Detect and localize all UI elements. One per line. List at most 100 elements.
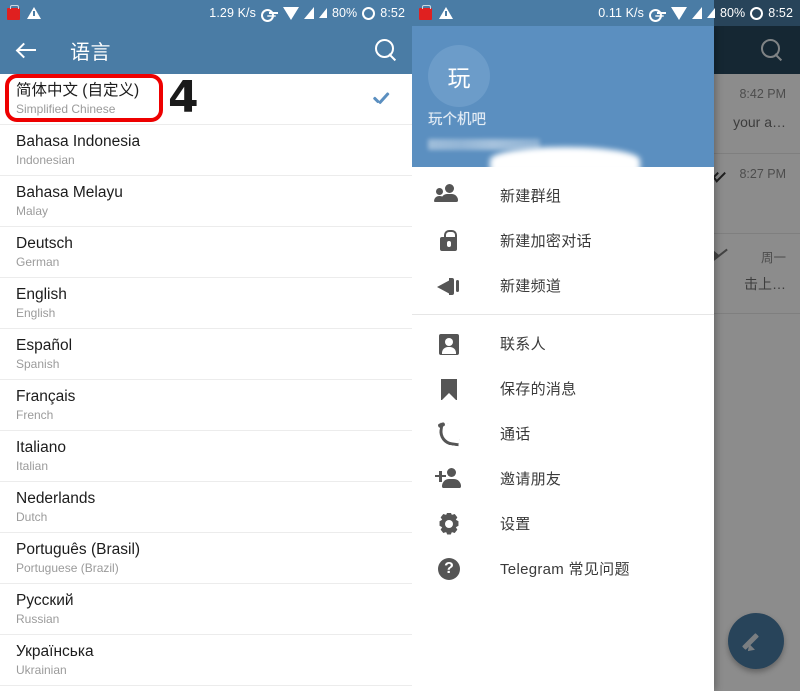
warning-icon [27,7,41,19]
drawer-item-label: 邀请朋友 [500,471,562,488]
drawer-item-label: 联系人 [500,336,546,353]
drawer-item-label: 新建群组 [500,188,562,205]
avatar-initial: 玩 [447,65,471,91]
right-phone-panel: 0.11 K/s 80% 8:52 8:42 PM your a… 8:27 P… [412,0,800,691]
drawer-item-label: 保存的消息 [500,381,577,398]
drawer-item-label: 新建频道 [500,278,562,295]
status-bar-notification-icons [7,5,41,20]
back-arrow-icon[interactable] [14,37,40,63]
gear-icon [436,511,462,537]
list-item[interactable]: Italiano Italian [0,431,412,482]
list-item[interactable]: Русский Russian [0,584,412,635]
help-icon [436,556,462,582]
status-bar-notification-icons [419,5,453,20]
decorative-cloud-shape [490,147,640,173]
vpn-key-icon [260,8,278,22]
language-english-name: Spanish [16,357,60,372]
screenshot-root: 1.29 K/s 80% 8:52 语言 简体中文 (自定义) Simplifi… [0,0,800,691]
drawer-item-new-channel[interactable]: 新建频道 [412,263,714,308]
bookmark-icon [436,376,462,402]
language-native-name: Українська [16,642,94,660]
group-icon [434,183,462,209]
language-english-name: Simplified Chinese [16,102,116,117]
red-box-icon [419,5,432,20]
list-item[interactable]: Español Spanish [0,329,412,380]
right-status-bar: 0.11 K/s 80% 8:52 [412,0,800,26]
language-native-name: Português (Brasil) [16,540,141,558]
list-item[interactable]: English English [0,278,412,329]
list-item[interactable]: Français French [0,380,412,431]
language-list: 简体中文 (自定义) Simplified Chinese Bahasa Ind… [0,74,412,686]
check-icon [374,93,394,105]
battery-icon [750,6,764,20]
drawer-user-name: 玩个机吧 [428,112,486,128]
drawer-item-label: 通话 [500,426,531,443]
list-item[interactable]: Deutsch German [0,227,412,278]
language-native-name: Bahasa Indonesia [16,132,141,150]
language-english-name: Russian [16,612,60,627]
language-english-name: Ukrainian [16,663,67,678]
contact-icon [436,331,462,357]
drawer-item-label: 设置 [500,516,531,533]
language-native-name: Nederlands [16,489,96,507]
lock-icon [436,228,462,254]
language-english-name: Malay [16,204,49,219]
list-item[interactable]: 简体中文 (自定义) Simplified Chinese [0,74,412,125]
red-box-icon [7,5,20,20]
drawer-item-new-group[interactable]: 新建群组 [412,173,714,218]
list-item[interactable]: Português (Brasil) Portuguese (Brazil) [0,533,412,584]
language-english-name: Indonesian [16,153,75,168]
warning-icon [439,7,453,19]
language-english-name: German [16,255,60,270]
language-english-name: Italian [16,459,49,474]
status-bar-system-icons: 0.11 K/s 80% 8:52 [598,6,793,22]
search-icon[interactable] [374,38,398,62]
signal-icon [303,7,314,19]
network-speed-label: 0.11 K/s [598,6,644,20]
list-item[interactable]: Українська Ukrainian [0,635,412,686]
battery-percent-label: 80% [719,6,746,20]
language-native-name: Español [16,336,73,354]
list-item[interactable]: Bahasa Melayu Malay [0,176,412,227]
left-status-bar: 1.29 K/s 80% 8:52 [0,0,412,26]
list-item[interactable]: Bahasa Indonesia Indonesian [0,125,412,176]
megaphone-icon [436,273,462,299]
navigation-drawer: 玩 玩个机吧 新建群组 新建加密对话 新建频道 联系人 保存的消息 通话 邀请朋… [412,26,714,691]
wifi-icon [282,6,299,20]
drawer-item-new-secret-chat[interactable]: 新建加密对话 [412,218,714,263]
drawer-item-contacts[interactable]: 联系人 [412,321,714,366]
wifi-icon [670,6,687,20]
drawer-item-settings[interactable]: 设置 [412,501,714,546]
drawer-header[interactable]: 玩 玩个机吧 [412,26,714,173]
clock-label: 8:52 [380,6,405,20]
signal-icon [318,8,327,18]
vpn-key-icon [648,8,666,22]
language-native-name: Italiano [16,438,66,456]
drawer-item-label: Telegram 常见问题 [500,561,630,578]
language-native-name: English [16,285,67,303]
add-person-icon [435,466,462,492]
battery-percent-label: 80% [331,6,358,20]
language-english-name: French [16,408,54,423]
signal-icon [706,8,715,18]
status-bar-system-icons: 1.29 K/s 80% 8:52 [209,6,405,22]
signal-icon [691,7,702,19]
language-native-name: Français [16,387,76,405]
drawer-section-create: 新建群组 新建加密对话 新建频道 [412,167,714,314]
page-title: 语言 [70,41,111,64]
drawer-item-saved-messages[interactable]: 保存的消息 [412,366,714,411]
drawer-section-main: 联系人 保存的消息 通话 邀请朋友 设置 ? Telegram 常见问题 [412,314,714,597]
drawer-item-calls[interactable]: 通话 [412,411,714,456]
language-native-name: Bahasa Melayu [16,183,123,201]
language-english-name: Dutch [16,510,48,525]
language-native-name: Deutsch [16,234,73,252]
list-item[interactable]: Nederlands Dutch [0,482,412,533]
drawer-item-invite-friends[interactable]: 邀请朋友 [412,456,714,501]
drawer-item-telegram-faq[interactable]: Telegram 常见问题 [412,546,714,591]
language-english-name: English [16,306,56,321]
language-native-name: Русский [16,591,74,609]
avatar[interactable]: 玩 [428,45,490,107]
network-speed-label: 1.29 K/s [209,6,256,20]
clock-label: 8:52 [768,6,793,20]
left-phone-panel: 1.29 K/s 80% 8:52 语言 简体中文 (自定义) Simplifi… [0,0,412,691]
